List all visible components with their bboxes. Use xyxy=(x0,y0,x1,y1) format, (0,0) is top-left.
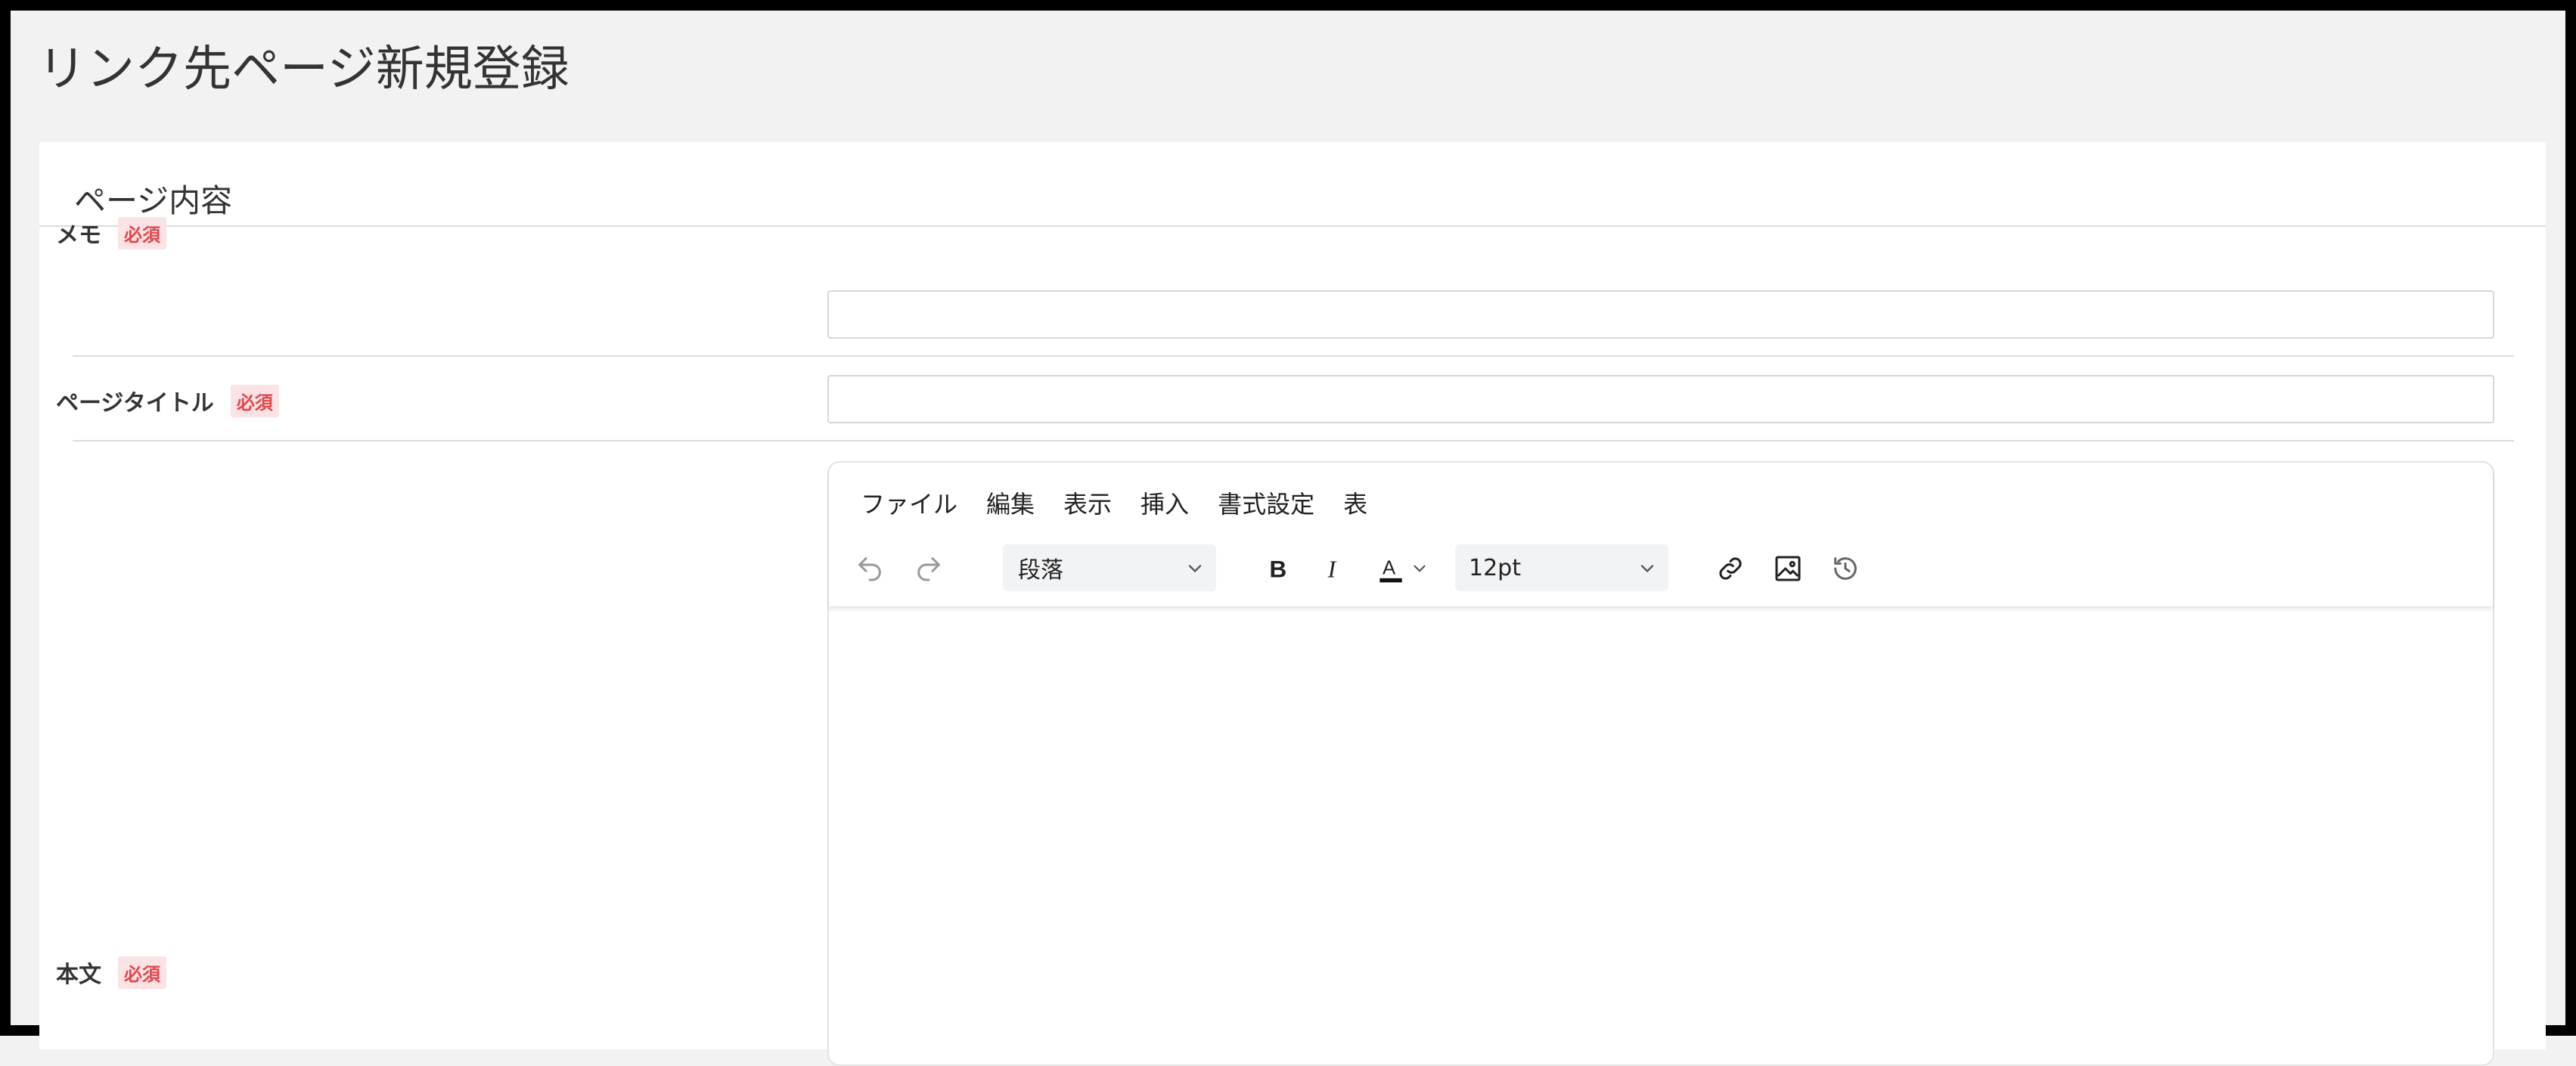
page-title-label: ページタイトル 必須 xyxy=(56,384,279,417)
italic-icon: I xyxy=(1327,556,1337,583)
bold-icon: B xyxy=(1269,556,1286,583)
block-format-value: 段落 xyxy=(1018,557,1063,584)
memo-input[interactable] xyxy=(827,290,2494,339)
font-size-select[interactable]: 12pt xyxy=(1455,544,1668,591)
redo-button[interactable] xyxy=(909,549,948,588)
svg-text:A: A xyxy=(1383,557,1396,578)
rich-text-editor: ファイル 編集 表示 挿入 書式設定 表 段落 B I A 12pt xyxy=(827,461,2494,1066)
undo-button[interactable] xyxy=(850,549,889,588)
link-icon xyxy=(1719,557,1742,580)
image-icon xyxy=(1775,556,1801,581)
body-label-text: 本文 xyxy=(56,962,101,988)
undo-icon xyxy=(858,557,881,581)
history-icon xyxy=(1834,557,1857,580)
editor-menubar: ファイル 編集 表示 挿入 書式設定 表 xyxy=(861,485,1367,520)
italic-button[interactable]: I xyxy=(1314,549,1354,588)
editor-toolbar: 段落 B I A 12pt xyxy=(850,544,2469,593)
chevron-down-icon xyxy=(1188,565,1202,573)
block-format-select[interactable]: 段落 xyxy=(1003,544,1216,591)
editor-content-area[interactable] xyxy=(829,606,2493,1064)
menu-table[interactable]: 表 xyxy=(1343,485,1367,520)
row-divider xyxy=(73,440,2514,442)
font-size-value: 12pt xyxy=(1469,554,1521,581)
svg-text:B: B xyxy=(1269,556,1286,583)
required-badge: 必須 xyxy=(230,384,279,417)
text-color-dropdown[interactable] xyxy=(1408,549,1431,588)
page-title-label-text: ページタイトル xyxy=(56,390,214,417)
redo-icon xyxy=(917,557,940,581)
panel-title: ページ内容 xyxy=(74,182,233,219)
svg-text:I: I xyxy=(1327,556,1337,583)
row-divider xyxy=(73,355,2514,357)
insert-image-button[interactable] xyxy=(1768,549,1808,588)
required-badge: 必須 xyxy=(118,216,166,249)
memo-label: メモ 必須 xyxy=(56,216,166,249)
page-content-panel: ページ内容 メモ 必須 ページタイトル 必須 本文 必須 ファイル 編集 表示 … xyxy=(39,142,2546,1066)
menu-format[interactable]: 書式設定 xyxy=(1218,485,1314,520)
chevron-down-icon xyxy=(1414,565,1426,572)
body-label: 本文 必須 xyxy=(56,956,166,989)
menu-insert[interactable]: 挿入 xyxy=(1141,485,1189,520)
required-badge: 必須 xyxy=(118,956,166,989)
history-button[interactable] xyxy=(1826,549,1865,588)
bold-button[interactable]: B xyxy=(1259,549,1298,588)
editor-header: ファイル 編集 表示 挿入 書式設定 表 段落 B I A 12pt xyxy=(829,463,2493,606)
menu-file[interactable]: ファイル xyxy=(861,485,957,520)
chevron-down-icon xyxy=(1640,565,1654,573)
insert-link-button[interactable] xyxy=(1711,549,1750,588)
page-title-input[interactable] xyxy=(827,375,2494,423)
menu-view[interactable]: 表示 xyxy=(1063,485,1112,520)
page-title: リンク先ページ新規登録 xyxy=(38,42,570,98)
menu-edit[interactable]: 編集 xyxy=(986,485,1035,520)
panel-header: ページ内容 xyxy=(39,142,2546,227)
text-color-icon: A xyxy=(1380,557,1402,583)
memo-label-text: メモ xyxy=(56,222,101,249)
text-color-button[interactable]: A xyxy=(1370,549,1411,588)
